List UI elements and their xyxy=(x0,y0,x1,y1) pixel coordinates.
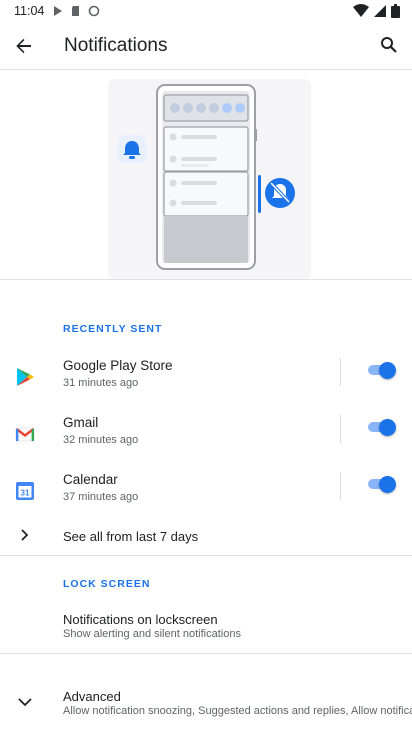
cell-signal-icon xyxy=(374,5,386,17)
app-name: Google Play Store xyxy=(63,358,173,373)
app-time: 37 minutes ago xyxy=(63,491,139,503)
back-arrow-icon xyxy=(16,38,31,54)
search-button[interactable] xyxy=(374,30,404,60)
advanced-title: Advanced xyxy=(63,689,121,704)
battery-icon xyxy=(391,4,400,18)
play-protect-icon xyxy=(54,6,63,16)
play-store-icon xyxy=(17,368,34,386)
svg-text:31: 31 xyxy=(21,489,30,498)
app-time: 32 minutes ago xyxy=(63,434,139,446)
app-row-gmail[interactable]: Gmail 32 minutes ago xyxy=(0,409,412,465)
page-title: Notifications xyxy=(64,35,168,56)
chevron-down-icon[interactable] xyxy=(16,694,34,710)
phone-illustration-graphic xyxy=(108,79,311,279)
play-store-toggle[interactable] xyxy=(368,362,396,379)
lockscreen-notifications-row[interactable]: Notifications on lockscreen Show alertin… xyxy=(0,606,412,652)
row-divider xyxy=(340,415,341,443)
section-divider xyxy=(0,653,412,654)
status-time: 11:04 xyxy=(14,4,45,18)
search-icon xyxy=(381,37,397,53)
advanced-subtitle: Allow notification snoozing, Suggested a… xyxy=(63,705,412,717)
see-all-label: See all from last 7 days xyxy=(63,529,199,544)
calendar-toggle[interactable] xyxy=(368,476,396,493)
app-time: 31 minutes ago xyxy=(63,377,139,389)
notifications-illustration xyxy=(0,71,412,280)
row-divider xyxy=(340,472,341,500)
app-bar: Notifications xyxy=(0,22,412,70)
status-indicators xyxy=(353,4,400,18)
app-row-calendar[interactable]: 31 Calendar 37 minutes ago xyxy=(0,466,412,522)
lockscreen-item-title: Notifications on lockscreen xyxy=(63,612,218,627)
row-divider xyxy=(340,358,341,386)
sync-icon xyxy=(89,5,100,17)
lockscreen-item-subtitle: Show alerting and silent notifications xyxy=(63,628,241,640)
chevron-right-icon xyxy=(21,529,29,541)
wifi-icon xyxy=(353,4,369,17)
sd-card-icon xyxy=(72,6,80,16)
gmail-icon xyxy=(15,427,35,442)
lock-screen-header: LOCK SCREEN xyxy=(63,578,151,590)
app-name: Calendar xyxy=(63,472,118,487)
app-row-play-store[interactable]: Google Play Store 31 minutes ago xyxy=(0,352,412,408)
see-all-row[interactable]: See all from last 7 days xyxy=(0,520,412,556)
gmail-toggle[interactable] xyxy=(368,419,396,436)
status-bar: 11:04 xyxy=(0,0,412,22)
app-name: Gmail xyxy=(63,415,99,430)
back-button[interactable] xyxy=(10,32,38,60)
calendar-icon: 31 xyxy=(16,482,34,500)
recently-sent-header: RECENTLY SENT xyxy=(63,323,163,335)
advanced-row[interactable]: Advanced Allow notification snoozing, Su… xyxy=(0,682,412,722)
